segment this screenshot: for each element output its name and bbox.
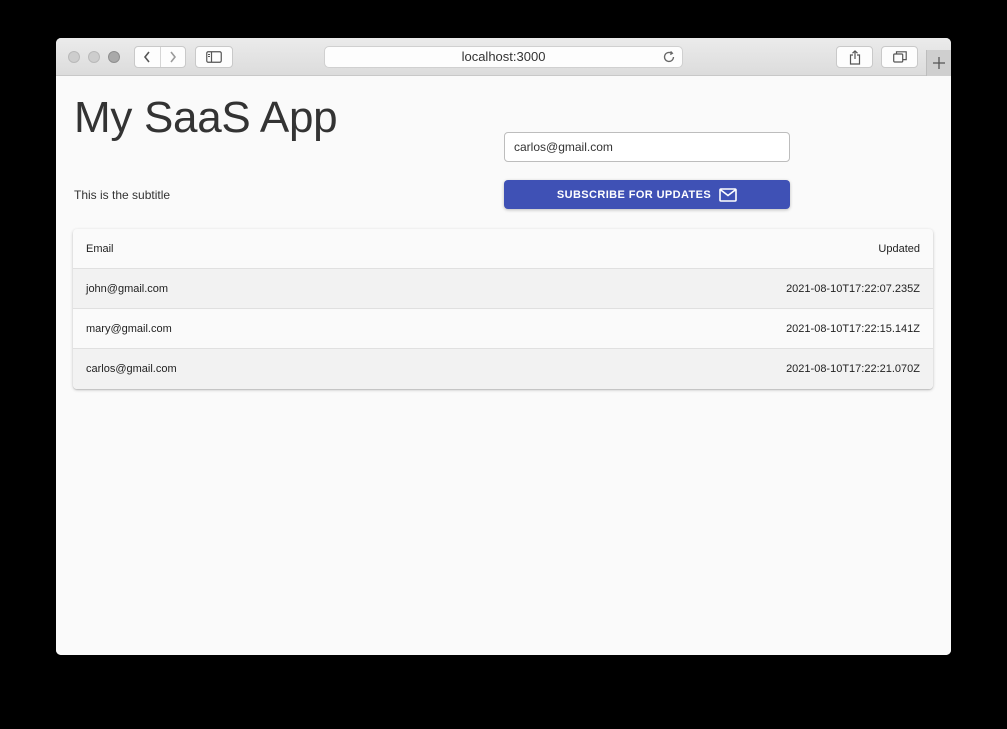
table-header: Email Updated: [73, 229, 933, 269]
email-field[interactable]: [504, 132, 790, 162]
page-title: My SaaS App: [74, 93, 338, 142]
plus-icon: [933, 57, 945, 69]
url-text: localhost:3000: [461, 49, 546, 64]
share-icon: [849, 49, 860, 65]
tabs-overview-button[interactable]: [881, 46, 918, 68]
chevron-left-icon: [144, 51, 150, 63]
page-subtitle: This is the subtitle: [74, 188, 171, 202]
row-updated: 2021-08-10T17:22:15.141Z: [786, 322, 920, 335]
row-email: john@gmail.com: [86, 282, 169, 295]
back-button[interactable]: [135, 47, 160, 67]
zoom-window-button[interactable]: [108, 51, 120, 63]
browser-window: localhost:3000 My SaaS App This is the s…: [56, 38, 951, 655]
page-content: My SaaS App This is the subtitle SUBSCRI…: [56, 76, 951, 655]
navigation-buttons: [134, 46, 186, 68]
column-header-updated[interactable]: Updated: [878, 243, 920, 255]
share-button[interactable]: [836, 46, 873, 68]
close-window-button[interactable]: [68, 51, 80, 63]
table-row[interactable]: mary@gmail.com 2021-08-10T17:22:15.141Z: [73, 309, 933, 349]
reload-icon[interactable]: [662, 50, 676, 64]
sidebar-toggle-button[interactable]: [195, 46, 233, 68]
sidebar-icon: [206, 51, 222, 63]
browser-toolbar: localhost:3000: [56, 38, 951, 76]
address-bar[interactable]: localhost:3000: [324, 46, 683, 68]
subscribe-button-label: SUBSCRIBE FOR UPDATES: [556, 188, 712, 201]
chevron-right-icon: [170, 51, 176, 63]
subscribe-button[interactable]: SUBSCRIBE FOR UPDATES: [504, 180, 790, 209]
mail-icon: [719, 187, 737, 202]
row-updated: 2021-08-10T17:22:21.070Z: [786, 363, 920, 375]
row-email: mary@gmail.com: [86, 322, 172, 335]
forward-button[interactable]: [159, 47, 186, 67]
row-email: carlos@gmail.com: [86, 363, 177, 375]
new-tab-button[interactable]: [926, 50, 951, 76]
minimize-window-button[interactable]: [88, 51, 100, 63]
table-row[interactable]: john@gmail.com 2021-08-10T17:22:07.235Z: [73, 269, 933, 309]
column-header-email[interactable]: Email: [86, 243, 114, 255]
tabs-overview-icon: [892, 51, 907, 63]
subscribers-table: Email Updated john@gmail.com 2021-08-10T…: [73, 229, 933, 389]
table-row[interactable]: carlos@gmail.com 2021-08-10T17:22:21.070…: [73, 349, 933, 389]
row-updated: 2021-08-10T17:22:07.235Z: [786, 282, 920, 295]
